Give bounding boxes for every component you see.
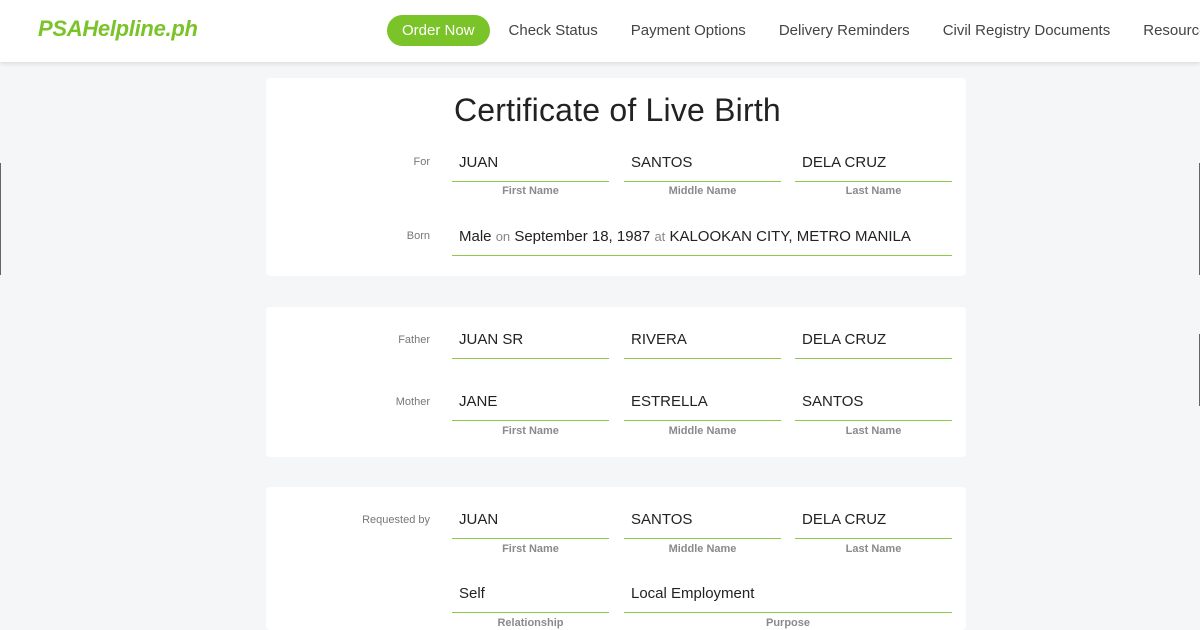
- born-label: Born: [406, 230, 430, 242]
- mother-middle-name-value: ESTRELLA: [631, 393, 708, 410]
- mother-middle-name-field[interactable]: ESTRELLA: [624, 387, 781, 421]
- requester-first-name-field[interactable]: JUAN: [452, 505, 609, 539]
- certificate-card: Certificate of Live Birth For JUAN SANTO…: [266, 78, 966, 276]
- father-last-name-value: DELA CRUZ: [802, 331, 887, 348]
- father-last-name-field[interactable]: DELA CRUZ: [795, 325, 952, 359]
- site-logo[interactable]: PSAHelpline.ph: [38, 16, 198, 42]
- nav-civil-registry-documents[interactable]: Civil Registry Documents: [943, 22, 1111, 39]
- birth-place-value: KALOOKAN CITY, METRO MANILA: [669, 228, 911, 245]
- for-label: For: [413, 156, 431, 168]
- requester-middle-name-value: SANTOS: [631, 511, 693, 528]
- child-last-name-value: DELA CRUZ: [802, 154, 887, 171]
- child-middle-name-value: SANTOS: [631, 154, 693, 171]
- page-title: Certificate of Live Birth: [454, 92, 781, 128]
- mother-label: Mother: [395, 396, 430, 408]
- requested-by-label: Requested by: [362, 514, 430, 526]
- nav-delivery-reminders[interactable]: Delivery Reminders: [779, 22, 910, 39]
- last-name-caption: Last Name: [845, 425, 902, 437]
- nav-resources[interactable]: Resources: [1143, 22, 1200, 39]
- child-last-name-field[interactable]: DELA CRUZ: [795, 148, 952, 182]
- purpose-caption: Purpose: [765, 617, 810, 629]
- father-middle-name-value: RIVERA: [631, 331, 687, 348]
- last-name-caption: Last Name: [845, 543, 902, 555]
- father-first-name-field[interactable]: JUAN SR: [452, 325, 609, 359]
- mother-first-name-value: JANE: [459, 393, 498, 410]
- middle-name-caption: Middle Name: [668, 185, 737, 197]
- child-first-name-field[interactable]: JUAN: [452, 148, 609, 182]
- at-word: at: [654, 229, 666, 244]
- parents-card: Father JUAN SR RIVERA DELA CRUZ Mother J…: [266, 307, 966, 457]
- first-name-caption: First Name: [502, 425, 559, 437]
- purpose-value: Local Employment: [631, 585, 755, 602]
- mother-first-name-field[interactable]: JANE: [452, 387, 609, 421]
- mother-last-name-field[interactable]: SANTOS: [795, 387, 952, 421]
- mother-last-name-value: SANTOS: [802, 393, 864, 410]
- requester-first-name-value: JUAN: [459, 511, 499, 528]
- top-navigation-bar: PSAHelpline.ph Order Now Check Status Pa…: [0, 0, 1200, 62]
- relationship-caption: Relationship: [497, 617, 564, 629]
- on-word: on: [495, 229, 511, 244]
- first-name-caption: First Name: [502, 185, 559, 197]
- nav-payment-options[interactable]: Payment Options: [631, 22, 746, 39]
- middle-name-caption: Middle Name: [668, 425, 737, 437]
- father-first-name-value: JUAN SR: [459, 331, 524, 348]
- main-nav: Order Now Check Status Payment Options D…: [387, 14, 1200, 46]
- father-label: Father: [398, 334, 430, 346]
- purpose-field[interactable]: Local Employment: [624, 579, 952, 613]
- order-now-button[interactable]: Order Now: [387, 14, 490, 46]
- requester-middle-name-field[interactable]: SANTOS: [624, 505, 781, 539]
- nav-check-status[interactable]: Check Status: [509, 22, 598, 39]
- middle-name-caption: Middle Name: [668, 543, 737, 555]
- last-name-caption: Last Name: [845, 185, 902, 197]
- requester-last-name-value: DELA CRUZ: [802, 511, 887, 528]
- requester-last-name-field[interactable]: DELA CRUZ: [795, 505, 952, 539]
- left-edge-divider: [0, 163, 1, 275]
- sex-value: Male: [459, 228, 492, 245]
- birth-details-field[interactable]: Male on September 18, 1987 at KALOOKAN C…: [452, 222, 952, 256]
- father-middle-name-field[interactable]: RIVERA: [624, 325, 781, 359]
- relationship-value: Self: [459, 585, 485, 602]
- child-first-name-value: JUAN: [459, 154, 499, 171]
- birth-details-value: Male on September 18, 1987 at KALOOKAN C…: [459, 228, 911, 245]
- first-name-caption: First Name: [502, 543, 559, 555]
- child-middle-name-field[interactable]: SANTOS: [624, 148, 781, 182]
- requester-card: Requested by JUAN SANTOS DELA CRUZ First…: [266, 487, 966, 630]
- relationship-field[interactable]: Self: [452, 579, 609, 613]
- birth-date-value: September 18, 1987: [514, 228, 651, 245]
